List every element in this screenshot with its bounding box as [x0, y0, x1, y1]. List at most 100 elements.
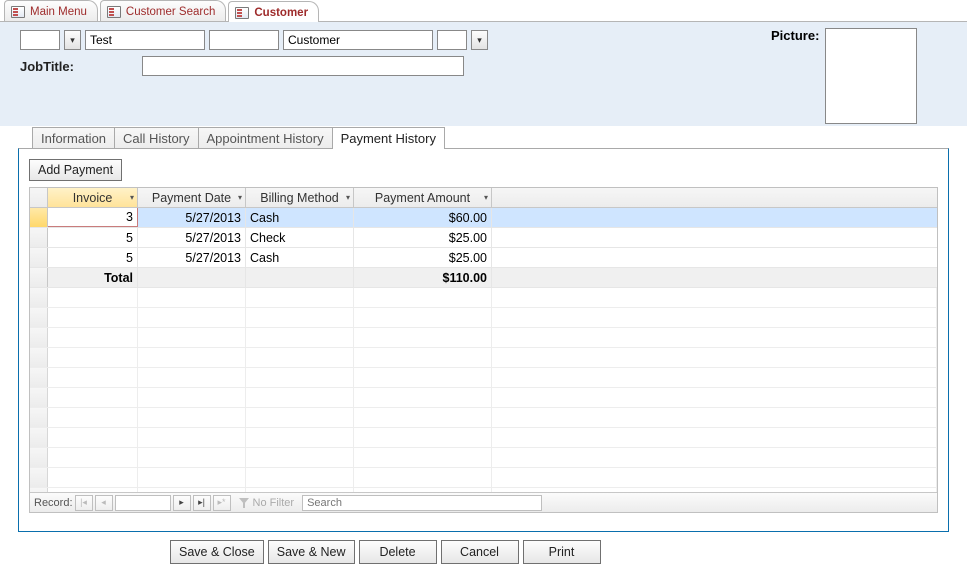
- table-row[interactable]: 5 5/27/2013 Cash $25.00: [30, 248, 937, 268]
- tab-appointment-history[interactable]: Appointment History: [198, 127, 333, 149]
- suffix-dropdown-button[interactable]: ▾: [471, 30, 488, 50]
- picture-placeholder[interactable]: [825, 28, 917, 124]
- form-icon: [107, 6, 121, 18]
- cell-invoice[interactable]: 3: [48, 208, 138, 227]
- cell-date[interactable]: 5/27/2013: [138, 208, 246, 227]
- no-filter-label: No Filter: [253, 497, 295, 509]
- filter-indicator[interactable]: No Filter: [239, 497, 295, 509]
- form-action-bar: Save & Close Save & New Delete Cancel Pr…: [0, 532, 967, 564]
- record-label: Record:: [34, 497, 73, 509]
- select-all-header[interactable]: [30, 188, 48, 207]
- first-name-field[interactable]: [85, 30, 205, 50]
- tab-information[interactable]: Information: [32, 127, 115, 149]
- jobtitle-label: JobTitle:: [20, 59, 138, 74]
- nav-last-button[interactable]: ▸|: [193, 495, 211, 511]
- column-header-payment-amount[interactable]: Payment Amount ▾: [354, 188, 492, 207]
- cell-empty: [492, 228, 937, 247]
- tab-payment-history[interactable]: Payment History: [332, 127, 445, 149]
- doc-tab-label: Customer: [254, 7, 308, 19]
- funnel-icon: [239, 498, 249, 508]
- last-name-field[interactable]: [283, 30, 433, 50]
- document-tabs: Main Menu Customer Search Customer: [0, 0, 967, 22]
- picture-section: Picture:: [771, 28, 949, 124]
- save-close-button[interactable]: Save & Close: [170, 540, 264, 564]
- row-selector[interactable]: [30, 228, 48, 247]
- row-selector: [30, 268, 48, 287]
- cell-method[interactable]: Cash: [246, 248, 354, 267]
- chevron-down-icon: ▾: [346, 193, 350, 202]
- title-dropdown-button[interactable]: ▾: [64, 30, 81, 50]
- chevron-down-icon: ▾: [484, 193, 488, 202]
- cell-empty: [492, 248, 937, 267]
- column-header-label: Invoice: [73, 191, 113, 205]
- new-record-icon: ▸*: [218, 497, 226, 508]
- first-icon: |◂: [80, 497, 87, 508]
- grid-header: Invoice ▾ Payment Date ▾ Billing Method …: [30, 188, 937, 208]
- jobtitle-field[interactable]: [142, 56, 464, 76]
- chevron-down-icon: ▾: [130, 193, 134, 202]
- suffix-field[interactable]: [437, 30, 467, 50]
- nav-first-button[interactable]: |◂: [75, 495, 93, 511]
- form-icon: [235, 7, 249, 19]
- row-selector[interactable]: [30, 248, 48, 267]
- cancel-button[interactable]: Cancel: [441, 540, 519, 564]
- column-header-empty: [492, 188, 937, 207]
- column-header-billing-method[interactable]: Billing Method ▾: [246, 188, 354, 207]
- title-field[interactable]: [20, 30, 60, 50]
- column-header-label: Payment Amount: [375, 191, 470, 205]
- doc-tab-main-menu[interactable]: Main Menu: [4, 0, 98, 21]
- cell-method[interactable]: Check: [246, 228, 354, 247]
- payment-history-panel: Add Payment Invoice ▾ Payment Date ▾ Bil…: [18, 148, 949, 532]
- column-header-label: Billing Method: [260, 191, 339, 205]
- save-new-button[interactable]: Save & New: [268, 540, 355, 564]
- column-header-invoice[interactable]: Invoice ▾: [48, 188, 138, 207]
- table-row[interactable]: 5 5/27/2013 Check $25.00: [30, 228, 937, 248]
- chevron-down-icon: ▾: [70, 35, 75, 46]
- cell-date[interactable]: 5/27/2013: [138, 228, 246, 247]
- chevron-down-icon: ▾: [477, 35, 482, 46]
- last-icon: ▸|: [198, 497, 205, 508]
- cell-invoice[interactable]: 5: [48, 228, 138, 247]
- cell-total-amount: $110.00: [354, 268, 492, 287]
- record-search-input[interactable]: Search: [302, 495, 542, 511]
- form-icon: [11, 6, 25, 18]
- prev-icon: ◂: [101, 497, 106, 508]
- sub-tabs: Information Call History Appointment His…: [6, 127, 961, 149]
- add-payment-button[interactable]: Add Payment: [29, 159, 122, 181]
- customer-form-header: ▾ ▾ JobTitle: Picture: Information Call …: [0, 22, 967, 126]
- cell-amount[interactable]: $25.00: [354, 228, 492, 247]
- cell-invoice[interactable]: 5: [48, 248, 138, 267]
- cell-amount[interactable]: $60.00: [354, 208, 492, 227]
- cell-empty: [492, 208, 937, 227]
- record-number-input[interactable]: [115, 495, 171, 511]
- record-navigator: Record: |◂ ◂ ▸ ▸| ▸* No Filter Search: [30, 492, 937, 512]
- middle-initial-field[interactable]: [209, 30, 279, 50]
- cell-total-label: Total: [48, 268, 138, 287]
- column-header-label: Payment Date: [152, 191, 231, 205]
- picture-label: Picture:: [771, 28, 819, 43]
- delete-button[interactable]: Delete: [359, 540, 437, 564]
- doc-tab-label: Customer Search: [126, 6, 215, 18]
- cell-amount[interactable]: $25.00: [354, 248, 492, 267]
- cell-method[interactable]: Cash: [246, 208, 354, 227]
- doc-tab-customer[interactable]: Customer: [228, 1, 319, 22]
- cell-empty: [138, 268, 246, 287]
- print-button[interactable]: Print: [523, 540, 601, 564]
- table-total-row: Total $110.00: [30, 268, 937, 288]
- column-header-payment-date[interactable]: Payment Date ▾: [138, 188, 246, 207]
- cell-empty: [492, 268, 937, 287]
- chevron-down-icon: ▾: [238, 193, 242, 202]
- tab-call-history[interactable]: Call History: [114, 127, 198, 149]
- table-row[interactable]: 3 5/27/2013 Cash $60.00: [30, 208, 937, 228]
- nav-new-button[interactable]: ▸*: [213, 495, 231, 511]
- doc-tab-customer-search[interactable]: Customer Search: [100, 0, 226, 21]
- doc-tab-label: Main Menu: [30, 6, 87, 18]
- row-selector[interactable]: [30, 208, 48, 227]
- nav-prev-button[interactable]: ◂: [95, 495, 113, 511]
- next-icon: ▸: [179, 497, 184, 508]
- cell-date[interactable]: 5/27/2013: [138, 248, 246, 267]
- grid-body: 3 5/27/2013 Cash $60.00 5 5/27/2013 Chec…: [30, 208, 937, 492]
- nav-next-button[interactable]: ▸: [173, 495, 191, 511]
- cell-empty: [246, 268, 354, 287]
- payment-grid: Invoice ▾ Payment Date ▾ Billing Method …: [29, 187, 938, 513]
